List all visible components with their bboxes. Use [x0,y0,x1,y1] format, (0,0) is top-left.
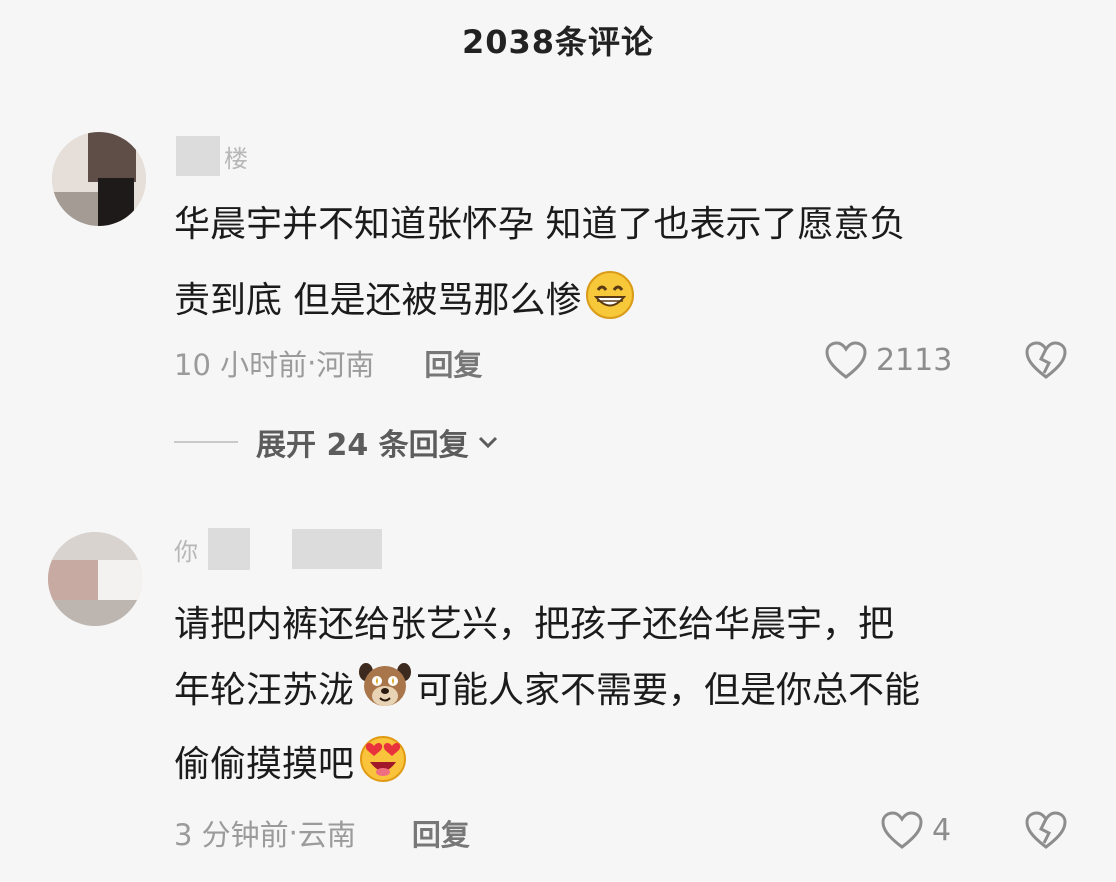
like-button[interactable]: 2113 [824,340,952,380]
username-mosaic [176,136,220,176]
comment-meta: 3 分钟前 · 云南 回复 [174,812,470,854]
username-fragment: 楼 [224,144,248,173]
reply-button[interactable]: 回复 [424,342,482,384]
like-count: 4 [932,812,952,848]
username-mosaic [292,529,382,569]
comment-line-text: 可能人家不需要，但是你总不能 [416,670,921,711]
expand-replies-button[interactable]: 展开 24 条回复 [256,420,499,464]
meta-separator: · [307,346,317,380]
grinning-face-emoji [585,270,635,334]
broken-heart-icon [1025,811,1067,849]
comment-time: 10 小时前 [174,348,308,382]
avatar[interactable] [52,132,146,226]
expand-replies-label: 展开 24 条回复 [256,428,469,463]
comment-line: 偷偷摸摸吧 [174,734,920,798]
username[interactable]: 楼 [176,136,248,176]
comment-text: 请把内裤还给张艺兴，把孩子还给华晨宇，把 年轮汪苏泷 可能人家不需要，但是你总不… [174,600,920,798]
comment-line: 责到底 但是还被骂那么惨 [174,270,905,334]
comment-line-text: 责到底 但是还被骂那么惨 [174,280,582,321]
comment-line-text: 偷偷摸摸吧 [174,744,355,785]
avatar-mosaic-block [98,560,142,600]
username-fragment: 你 [174,537,198,566]
broken-heart-icon [1025,341,1067,379]
divider-line [174,441,238,443]
comment-line-text: 年轮汪苏泷 [174,670,355,711]
comment-time: 3 分钟前 [174,818,289,852]
heart-outline-icon [881,811,923,849]
heart-outline-icon [825,341,867,379]
comment-count-title: 2038条评论 [461,23,655,61]
avatar[interactable] [48,532,142,626]
comment-line: 请把内裤还给张艺兴，把孩子还给华晨宇，把 [174,604,895,645]
avatar-mosaic-block [88,132,136,182]
username-mosaic [208,528,250,570]
expand-replies[interactable]: 展开 24 条回复 [174,420,499,464]
like-count: 2113 [876,342,953,378]
comment-meta: 10 小时前 · 河南 回复 [174,342,482,384]
comment-text: 华晨宇并不知道张怀孕 知道了也表示了愿意负 责到底 但是还被骂那么惨 [174,200,905,334]
comment-location: 云南 [297,818,356,852]
dislike-button[interactable] [1024,340,1068,384]
avatar-mosaic-block [48,560,98,600]
comment-location: 河南 [316,348,375,382]
dislike-button[interactable] [1024,810,1068,854]
meta-separator: · [288,816,298,850]
comment-line: 年轮汪苏泷 可能人家不需要，但是你总不能 [174,660,920,724]
avatar-mosaic-block [52,192,98,226]
comments-header: 2038条评论 [0,0,1116,80]
reply-button[interactable]: 回复 [412,812,470,854]
like-button[interactable]: 4 [880,810,951,850]
username[interactable]: 你 [174,528,382,570]
avatar-mosaic-block [48,600,142,626]
comment-line: 华晨宇并不知道张怀孕 知道了也表示了愿意负 [174,204,906,245]
heart-eyes-emoji [358,734,408,798]
avatar-mosaic-block [98,178,134,226]
chevron-down-icon [478,436,497,449]
dog-face-sticker [358,660,412,724]
